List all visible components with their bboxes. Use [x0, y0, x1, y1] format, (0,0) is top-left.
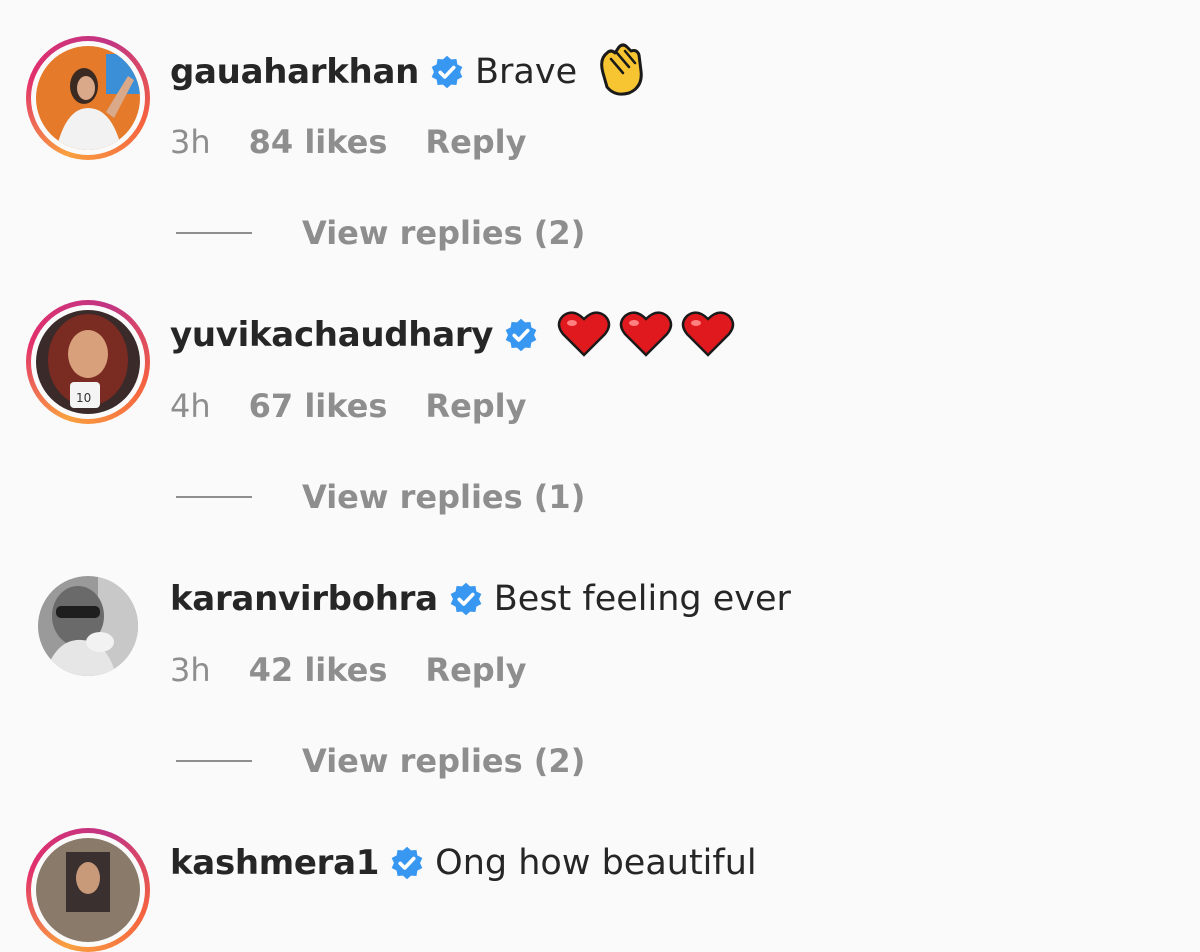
view-replies-label: View replies (2)	[302, 742, 586, 780]
red-heart-icon	[619, 309, 673, 361]
divider	[176, 496, 252, 498]
view-replies-label: View replies (2)	[302, 214, 586, 252]
divider	[176, 232, 252, 234]
comment-line: kashmera1 Ong how beautiful	[170, 833, 757, 893]
verified-badge-icon	[391, 846, 423, 880]
avatar[interactable]	[38, 576, 138, 676]
username[interactable]: yuvikachaudhary	[170, 315, 493, 355]
verified-badge-icon	[450, 582, 482, 616]
comment-meta: 3h 42 likes Reply	[170, 645, 527, 695]
red-heart-icon	[557, 309, 611, 361]
comment-line: yuvikachaudhary	[170, 305, 735, 365]
timestamp[interactable]: 4h	[170, 387, 211, 425]
avatar-photo	[36, 46, 140, 150]
timestamp[interactable]: 3h	[170, 651, 211, 689]
avatar-photo	[38, 576, 138, 676]
reply-button[interactable]: Reply	[425, 387, 526, 425]
avatar-photo	[36, 838, 140, 942]
comment-line: karanvirbohra Best feeling ever	[170, 569, 791, 629]
view-replies-label: View replies (1)	[302, 478, 586, 516]
comment-text: Brave	[475, 52, 578, 92]
avatar[interactable]	[26, 36, 150, 160]
comment-line: gauaharkhan Brave	[170, 42, 645, 102]
verified-badge-icon	[431, 55, 463, 89]
avatar[interactable]: 10	[26, 300, 150, 424]
comment-text: Ong how beautiful	[435, 843, 757, 883]
likes-count[interactable]: 42 likes	[249, 651, 388, 689]
username[interactable]: gauaharkhan	[170, 52, 419, 92]
username[interactable]: karanvirbohra	[170, 579, 438, 619]
reply-button[interactable]: Reply	[425, 123, 526, 161]
view-replies-button[interactable]: View replies (2)	[176, 736, 585, 786]
likes-count[interactable]: 67 likes	[249, 387, 388, 425]
comment-meta: 3h 84 likes Reply	[170, 117, 527, 167]
comment-meta: 4h 67 likes Reply	[170, 381, 527, 431]
clapping-hands-icon	[593, 43, 645, 101]
reply-button[interactable]: Reply	[425, 651, 526, 689]
view-replies-button[interactable]: View replies (1)	[176, 472, 585, 522]
red-heart-icon	[681, 309, 735, 361]
avatar[interactable]	[26, 828, 150, 952]
timestamp[interactable]: 3h	[170, 123, 211, 161]
avatar-photo: 10	[36, 310, 140, 414]
svg-text:10: 10	[76, 391, 91, 405]
verified-badge-icon	[505, 318, 537, 352]
likes-count[interactable]: 84 likes	[249, 123, 388, 161]
comment-text: Best feeling ever	[493, 579, 791, 619]
username[interactable]: kashmera1	[170, 843, 379, 883]
divider	[176, 760, 252, 762]
view-replies-button[interactable]: View replies (2)	[176, 208, 585, 258]
